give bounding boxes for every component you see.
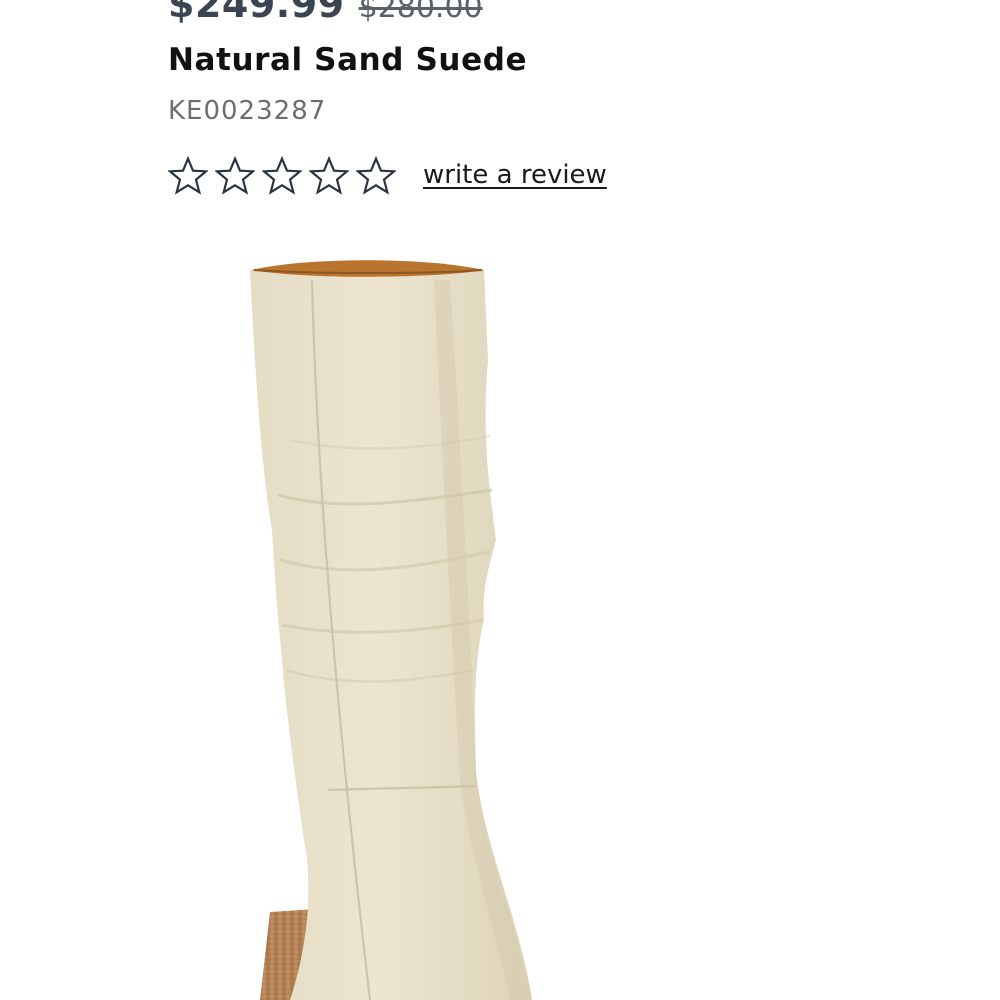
star-empty-icon[interactable] bbox=[262, 156, 302, 196]
original-price: $280.00 bbox=[358, 0, 483, 25]
star-empty-icon[interactable] bbox=[168, 156, 208, 196]
star-rating[interactable] bbox=[168, 156, 396, 196]
price-row: $249.99 $280.00 bbox=[168, 0, 483, 26]
product-title: Natural Sand Suede bbox=[168, 42, 528, 78]
sale-price: $249.99 bbox=[168, 0, 345, 26]
boot-image bbox=[250, 260, 532, 1000]
write-review-link[interactable]: write a review bbox=[423, 160, 607, 190]
star-empty-icon[interactable] bbox=[309, 156, 349, 196]
star-empty-icon[interactable] bbox=[356, 156, 396, 196]
star-empty-icon[interactable] bbox=[215, 156, 255, 196]
product-image[interactable] bbox=[220, 240, 640, 1000]
product-sku: KE0023287 bbox=[168, 96, 327, 126]
